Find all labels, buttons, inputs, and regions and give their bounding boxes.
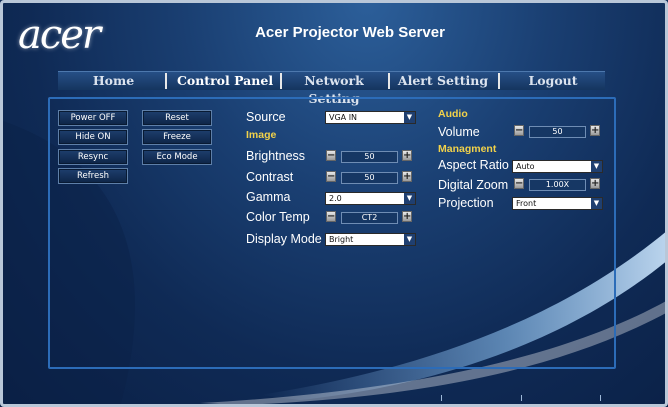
tab-home[interactable]: Home: [66, 72, 161, 90]
color-temp-label: Color Temp: [246, 210, 310, 224]
power-off-button[interactable]: Power OFF: [58, 110, 128, 126]
image-heading: Image: [246, 129, 277, 141]
nav-separator: [165, 73, 167, 89]
brightness-decrease-icon[interactable]: −: [326, 150, 336, 161]
source-value: VGA IN: [329, 113, 358, 122]
footer-tick: [521, 395, 522, 401]
display-mode-label: Display Mode: [246, 232, 322, 246]
color-temp-value: CT2: [341, 212, 398, 224]
aspect-ratio-select[interactable]: Auto ▼: [512, 160, 603, 173]
tab-logout[interactable]: Logout: [503, 72, 603, 90]
source-label: Source: [246, 110, 286, 124]
nav-bar: Home Control Panel Network Setting Alert…: [58, 71, 605, 106]
projection-value: Front: [516, 199, 537, 208]
gamma-value: 2.0: [329, 194, 342, 203]
aspect-ratio-value: Auto: [516, 162, 535, 171]
digital-zoom-decrease-icon[interactable]: −: [514, 178, 524, 189]
projection-select[interactable]: Front ▼: [512, 197, 603, 210]
digital-zoom-value: 1.00X: [529, 179, 586, 191]
aspect-ratio-label: Aspect Ratio: [438, 158, 509, 172]
app-title: Acer Projector Web Server: [255, 24, 445, 41]
audio-heading: Audio: [438, 108, 468, 120]
display-mode-value: Bright: [329, 235, 354, 244]
dropdown-arrow-icon: ▼: [404, 112, 415, 123]
brightness-label: Brightness: [246, 149, 306, 163]
eco-mode-button[interactable]: Eco Mode: [142, 149, 212, 165]
footer-tick: [600, 395, 601, 401]
tab-control-panel[interactable]: Control Panel: [170, 72, 280, 90]
tab-alert-setting[interactable]: Alert Setting: [393, 72, 493, 90]
hide-on-button[interactable]: Hide ON: [58, 129, 128, 145]
reset-button[interactable]: Reset: [142, 110, 212, 126]
brightness-increase-icon[interactable]: +: [402, 150, 412, 161]
digital-zoom-label: Digital Zoom: [438, 178, 509, 192]
nav-separator: [388, 73, 390, 89]
color-temp-decrease-icon[interactable]: −: [326, 211, 336, 222]
dropdown-arrow-icon: ▼: [591, 198, 602, 209]
source-select[interactable]: VGA IN ▼: [325, 111, 416, 124]
volume-value: 50: [529, 126, 586, 138]
contrast-label: Contrast: [246, 170, 294, 184]
footer-tick: [441, 395, 442, 401]
volume-decrease-icon[interactable]: −: [514, 125, 524, 136]
refresh-button[interactable]: Refresh: [58, 168, 128, 184]
nav-separator: [498, 73, 500, 89]
projection-label: Projection: [438, 196, 494, 210]
brightness-value: 50: [341, 151, 398, 163]
contrast-increase-icon[interactable]: +: [402, 171, 412, 182]
gamma-label: Gamma: [246, 190, 291, 204]
management-heading: Managment: [438, 143, 497, 155]
volume-increase-icon[interactable]: +: [590, 125, 600, 136]
resync-button[interactable]: Resync: [58, 149, 128, 165]
gamma-select[interactable]: 2.0 ▼: [325, 192, 416, 205]
freeze-button[interactable]: Freeze: [142, 129, 212, 145]
contrast-value: 50: [341, 172, 398, 184]
nav-separator: [280, 73, 282, 89]
dropdown-arrow-icon: ▼: [404, 193, 415, 204]
dropdown-arrow-icon: ▼: [591, 161, 602, 172]
contrast-decrease-icon[interactable]: −: [326, 171, 336, 182]
acer-logo: acer: [18, 12, 101, 58]
digital-zoom-increase-icon[interactable]: +: [590, 178, 600, 189]
dropdown-arrow-icon: ▼: [404, 234, 415, 245]
color-temp-increase-icon[interactable]: +: [402, 211, 412, 222]
tab-network-setting[interactable]: Network Setting: [283, 72, 385, 106]
display-mode-select[interactable]: Bright ▼: [325, 233, 416, 246]
volume-label: Volume: [438, 125, 480, 139]
